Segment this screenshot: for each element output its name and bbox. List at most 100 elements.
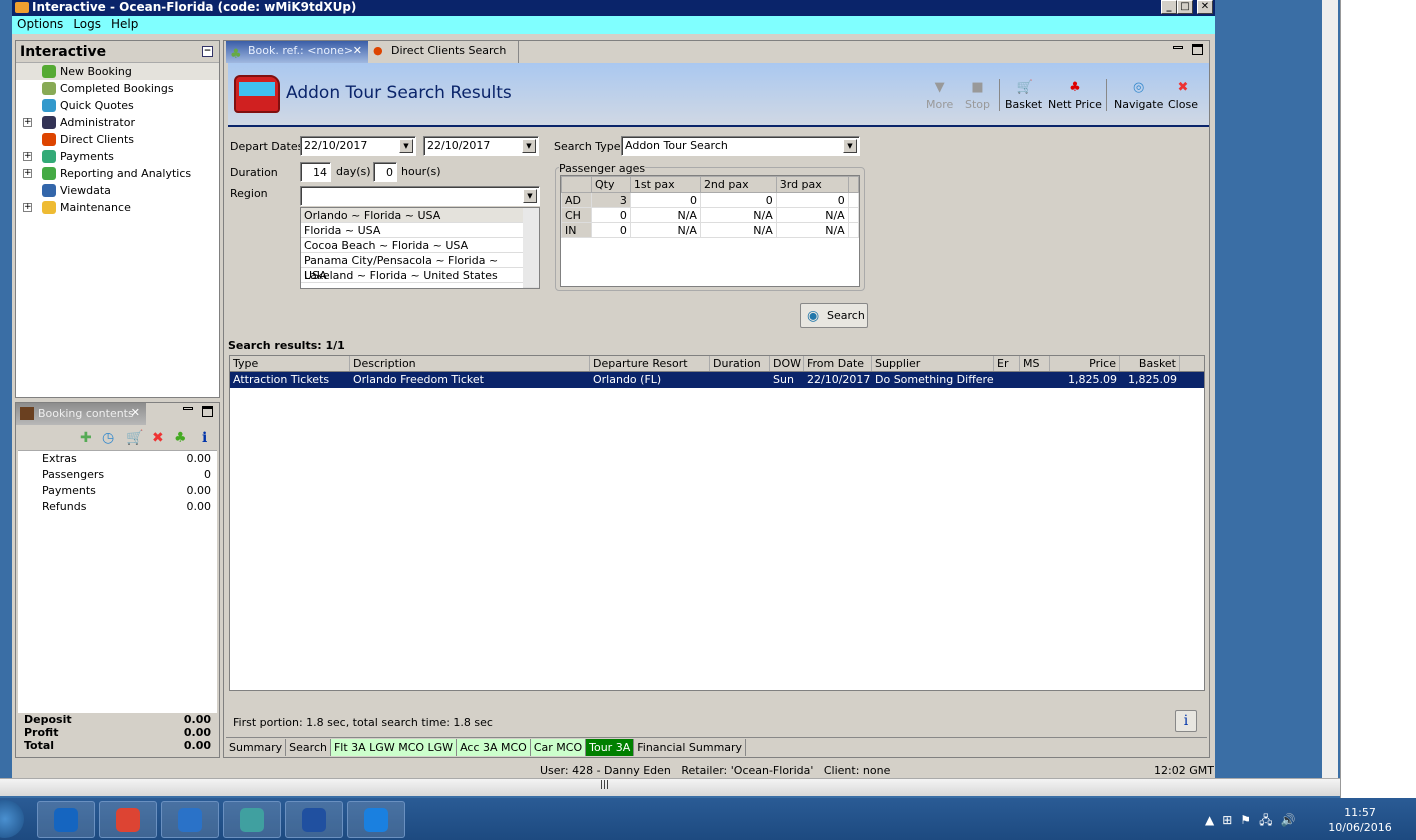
region-option[interactable]: Florida ~ USA — [301, 223, 523, 238]
bottom-tab[interactable]: Tour 3A — [586, 739, 635, 756]
pax-cell[interactable]: N/A — [775, 207, 849, 223]
tray-expand-icon[interactable]: ▲ — [1205, 813, 1222, 827]
column-header[interactable]: Description — [350, 356, 590, 371]
column-header[interactable]: Departure Resort — [590, 356, 710, 371]
info-button[interactable]: i — [1175, 710, 1197, 732]
nav-item-quick-quotes[interactable]: Quick Quotes — [16, 97, 219, 114]
column-header[interactable]: Supplier — [872, 356, 994, 371]
bottom-tab[interactable]: Flt 3A LGW MCO LGW — [330, 739, 458, 756]
nett-price-button[interactable]: ♣ Nett Price — [1048, 81, 1102, 112]
depart-date-to[interactable]: 22/10/2017 ▼ — [423, 136, 539, 156]
minimize-icon[interactable] — [183, 407, 193, 410]
clock-icon[interactable]: ◷ — [102, 430, 114, 446]
days-input[interactable] — [300, 162, 331, 182]
minimize-button[interactable]: _ — [1161, 0, 1177, 14]
minimize-icon[interactable] — [1173, 46, 1183, 49]
info-icon[interactable]: i — [202, 430, 207, 446]
palm-tree-icon[interactable]: ♣ — [174, 430, 187, 446]
clock[interactable]: 11:57 10/06/2016 — [1320, 806, 1400, 834]
expand-icon[interactable]: + — [23, 152, 32, 161]
maximize-button[interactable]: □ — [1177, 0, 1193, 14]
pax-cell[interactable] — [847, 222, 860, 238]
pax-cell[interactable]: N/A — [699, 207, 777, 223]
stop-button[interactable]: ■ Stop — [965, 81, 990, 112]
nav-item-maintenance[interactable]: + Maintenance — [16, 199, 219, 216]
nav-item-reporting-and-analytics[interactable]: + Reporting and Analytics — [16, 165, 219, 182]
nav-item-direct-clients[interactable]: Direct Clients — [16, 131, 219, 148]
depart-date-from[interactable]: 22/10/2017 ▼ — [300, 136, 416, 156]
pax-cell[interactable]: 0 — [591, 222, 631, 238]
pax-cell[interactable]: N/A — [629, 207, 701, 223]
taskbar-button[interactable] — [99, 801, 157, 838]
column-header[interactable]: Price — [1050, 356, 1120, 371]
column-header[interactable]: Type — [230, 356, 350, 371]
column-header[interactable]: MS — [1020, 356, 1050, 371]
menu-help[interactable]: Help — [106, 16, 143, 32]
nav-item-payments[interactable]: + Payments — [16, 148, 219, 165]
nav-item-viewdata[interactable]: Viewdata — [16, 182, 219, 199]
basket-arrow-icon[interactable]: 🛒 — [126, 430, 143, 446]
tab-booking-contents[interactable]: Booking contents ✕ — [16, 403, 146, 425]
action-center-icon[interactable]: ⚑ — [1240, 813, 1259, 827]
basket-button[interactable]: 🛒 Basket — [1005, 81, 1042, 112]
close-tab-icon[interactable]: ✕ — [353, 41, 362, 61]
region-option[interactable]: Orlando ~ Florida ~ USA — [301, 208, 523, 223]
pax-cell[interactable] — [847, 192, 860, 208]
pax-cell[interactable]: N/A — [775, 222, 849, 238]
column-header[interactable]: Duration — [710, 356, 770, 371]
column-header[interactable]: From Date — [804, 356, 872, 371]
region-list-scrollbar[interactable] — [523, 208, 539, 288]
expand-icon[interactable]: + — [23, 203, 32, 212]
more-button[interactable]: ▼ More — [926, 81, 953, 112]
network-icon[interactable]: 🖧 — [1259, 813, 1280, 827]
column-header[interactable]: Er — [994, 356, 1020, 371]
taskbar-button[interactable] — [37, 801, 95, 838]
pax-cell[interactable]: 0 — [699, 192, 777, 208]
bottom-tab[interactable]: Summary — [226, 739, 287, 756]
pax-cell[interactable]: N/A — [699, 222, 777, 238]
dropdown-arrow-icon[interactable]: ▼ — [523, 189, 537, 203]
region-option[interactable]: Panama City/Pensacola ~ Florida ~ USA — [301, 253, 523, 282]
tab-booking[interactable]: ♣ Book. ref.: <none> ✕ — [226, 41, 368, 63]
pax-cell[interactable] — [847, 207, 860, 223]
delete-icon[interactable]: ✖ — [152, 430, 164, 446]
maximize-icon[interactable] — [202, 406, 213, 417]
taskbar-button[interactable] — [285, 801, 343, 838]
pax-cell[interactable]: 0 — [775, 192, 849, 208]
menu-options[interactable]: Options — [12, 16, 68, 32]
pax-cell[interactable]: 0 — [591, 207, 631, 223]
bottom-tab[interactable]: Car MCO — [530, 739, 587, 756]
column-header[interactable]: Basket — [1120, 356, 1180, 371]
nav-item-new-booking[interactable]: New Booking — [16, 63, 219, 80]
windows-flag-icon[interactable]: ⊞ — [1222, 813, 1240, 827]
pax-cell[interactable]: 0 — [629, 192, 701, 208]
menu-logs[interactable]: Logs — [68, 16, 106, 32]
volume-icon[interactable]: 🔊 — [1280, 813, 1303, 827]
close-window-button[interactable]: ✕ — [1197, 0, 1213, 14]
close-tab-icon[interactable]: ✕ — [131, 406, 140, 419]
dropdown-arrow-icon[interactable]: ▼ — [522, 139, 536, 153]
taskbar-button[interactable] — [161, 801, 219, 838]
expand-icon[interactable]: + — [23, 169, 32, 178]
collapse-icon[interactable]: − — [202, 46, 213, 57]
pax-cell[interactable]: N/A — [629, 222, 701, 238]
result-row[interactable]: Attraction Tickets Orlando Freedom Ticket… — [230, 372, 1204, 388]
nav-item-completed-bookings[interactable]: Completed Bookings — [16, 80, 219, 97]
taskbar-button[interactable] — [347, 801, 405, 838]
bottom-tab[interactable]: Search — [286, 739, 331, 756]
search-button[interactable]: ◉ Search — [800, 303, 868, 328]
nav-item-administrator[interactable]: + Administrator — [16, 114, 219, 131]
dropdown-arrow-icon[interactable]: ▼ — [399, 139, 413, 153]
bottom-tab[interactable]: Financial Summary — [634, 739, 747, 756]
region-option[interactable]: Lakeland ~ Florida ~ United States — [301, 268, 523, 283]
region-dropdown[interactable]: ▼ — [300, 186, 540, 206]
maximize-icon[interactable] — [1192, 44, 1203, 55]
hours-input[interactable] — [373, 162, 397, 182]
search-type-dropdown[interactable]: Addon Tour Search ▼ — [621, 136, 860, 156]
tab-direct-clients-search[interactable]: ● Direct Clients Search — [369, 41, 519, 63]
start-button[interactable] — [0, 800, 24, 838]
expand-icon[interactable]: + — [23, 118, 32, 127]
column-header[interactable]: DOW — [770, 356, 804, 371]
region-list[interactable]: Orlando ~ Florida ~ USA Florida ~ USA Coco… — [300, 207, 540, 289]
vertical-scrollbar[interactable] — [1322, 0, 1338, 778]
